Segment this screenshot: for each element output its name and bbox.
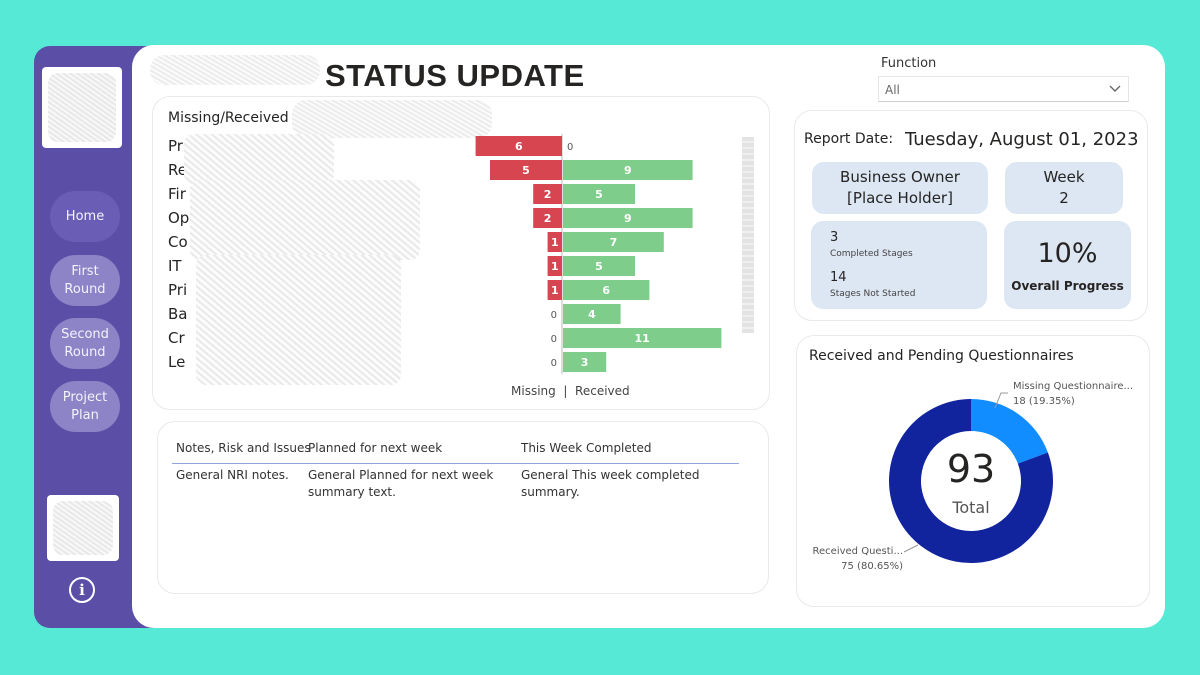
- received-slice-value: 75 (80.65%): [841, 561, 903, 572]
- missing-slice-label: Missing Questionnaire... 18 (19.35%): [1013, 379, 1133, 409]
- missing-slice-value: 18 (19.35%): [1013, 396, 1075, 407]
- questionnaires-donut-chart: 93 Total: [888, 392, 1053, 563]
- missing-slice-name: Missing Questionnaire...: [1013, 381, 1134, 392]
- received-leader-line: [903, 544, 919, 553]
- donut-total-label: Total: [951, 498, 989, 517]
- donut-total-value: 93: [947, 447, 995, 491]
- received-slice-label: Received Questi... 75 (80.65%): [800, 544, 903, 574]
- received-slice-name: Received Questi...: [812, 546, 903, 557]
